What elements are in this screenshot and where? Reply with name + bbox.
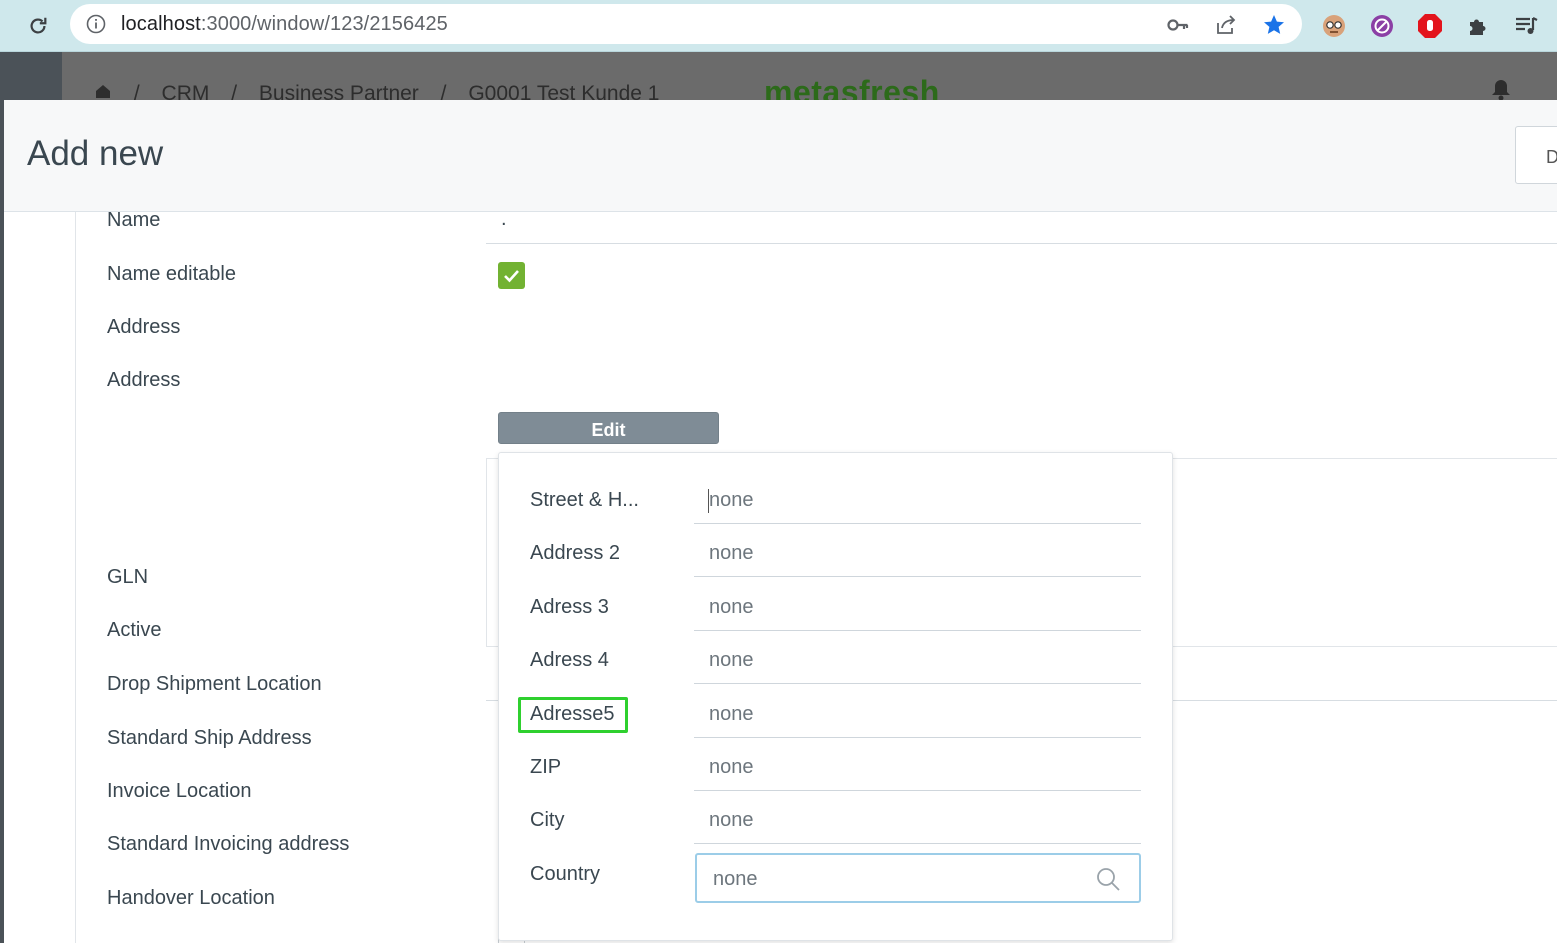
address4-label: Adress 4: [530, 649, 609, 671]
active-label: Active: [107, 619, 162, 641]
key-icon[interactable]: [1166, 13, 1190, 37]
browser-toolbar: localhost:3000/window/123/2156425: [0, 0, 1557, 52]
modal-title: Add new: [27, 134, 164, 173]
form-left-gutter: [4, 212, 76, 943]
standard-ship-label: Standard Ship Address: [107, 727, 312, 749]
address2-underline: [694, 576, 1141, 577]
media-icon[interactable]: [1512, 12, 1540, 40]
standard-invoicing-label: Standard Invoicing address: [107, 833, 350, 855]
drop-shipment-label: Drop Shipment Location: [107, 673, 322, 695]
url-path: :3000/window/123/2156425: [200, 13, 448, 35]
address2-label: Address 2: [530, 542, 621, 564]
country-label: Country: [530, 863, 601, 885]
info-icon[interactable]: [86, 14, 106, 34]
street-underline: [694, 523, 1141, 524]
share-icon[interactable]: [1214, 13, 1238, 37]
puzzle-icon[interactable]: [1464, 12, 1492, 40]
extension-hand-icon[interactable]: [1416, 12, 1444, 40]
edit-address-button[interactable]: Edit: [498, 412, 719, 444]
name-editable-checkbox[interactable]: [498, 262, 525, 289]
modal-header: Add new D: [4, 100, 1557, 212]
url-host: localhost: [121, 13, 201, 35]
name-label: Name: [107, 209, 161, 231]
address3-input[interactable]: none: [709, 596, 754, 619]
bell-icon[interactable]: [1490, 78, 1512, 102]
address-bar[interactable]: localhost:3000/window/123/2156425: [70, 4, 1302, 44]
country-value: none: [713, 868, 758, 890]
address3-label: Adress 3: [530, 596, 609, 618]
name-editable-label: Name editable: [107, 263, 236, 285]
address5-input[interactable]: none: [709, 703, 754, 726]
gln-label: GLN: [107, 566, 149, 588]
address5-underline: [694, 737, 1141, 738]
address-editor-popup: Street & H... none Address 2 none Adress…: [498, 452, 1173, 941]
city-underline: [694, 843, 1141, 844]
address-label: Address: [107, 316, 181, 338]
address5-label: Adresse5: [530, 703, 615, 725]
name-input-underline: [486, 243, 1557, 244]
street-input[interactable]: none: [709, 489, 754, 512]
modal-body: Name . Name editable Address Edit Addres…: [4, 208, 1557, 943]
zip-underline: [694, 790, 1141, 791]
address4-input[interactable]: none: [709, 649, 754, 672]
address3-underline: [694, 630, 1141, 631]
name-input-value[interactable]: .: [501, 208, 507, 231]
city-input[interactable]: none: [709, 809, 754, 832]
add-new-modal: Add new D Name . Name editable Address E…: [4, 100, 1557, 943]
street-label: Street & H...: [530, 489, 639, 511]
check-icon: [504, 270, 519, 283]
search-icon[interactable]: [1095, 866, 1121, 892]
city-label: City: [530, 809, 565, 831]
url-text[interactable]: localhost:3000/window/123/2156425: [121, 13, 448, 36]
address2-input[interactable]: none: [709, 542, 754, 565]
zip-input[interactable]: none: [709, 756, 754, 779]
handover-location-label: Handover Location: [107, 887, 275, 909]
country-lookup-field[interactable]: none: [695, 853, 1141, 903]
zip-label: ZIP: [530, 756, 562, 778]
star-icon[interactable]: [1262, 13, 1286, 37]
address-detail-label: Address: [107, 369, 181, 391]
extension-face-icon[interactable]: [1320, 12, 1348, 40]
invoice-location-label: Invoice Location: [107, 780, 252, 802]
modal-action-button[interactable]: D: [1515, 126, 1557, 184]
extension-block-icon[interactable]: [1368, 12, 1396, 40]
address4-underline: [694, 683, 1141, 684]
reload-icon[interactable]: [24, 12, 52, 40]
